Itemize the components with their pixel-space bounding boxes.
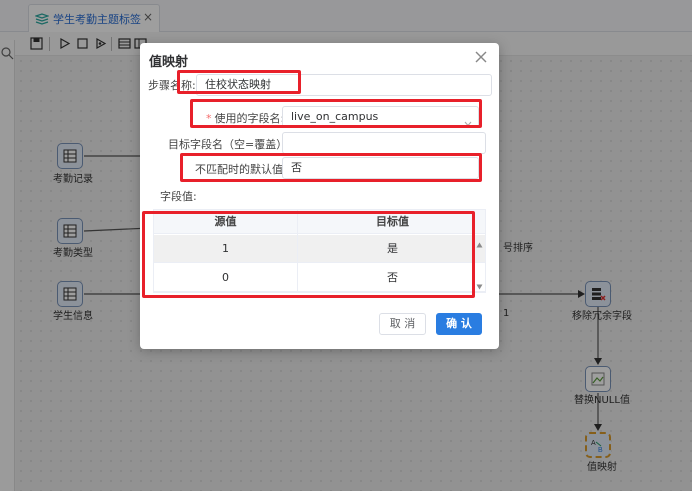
table-header: 源值 目标值 xyxy=(154,210,485,234)
default-value-label: 不匹配时的默认值: xyxy=(195,163,287,176)
column-divider xyxy=(297,210,298,292)
field-name-label-text: 使用的字段名: xyxy=(214,112,285,125)
cancel-button[interactable]: 取 消 xyxy=(379,313,426,335)
table-row[interactable]: 1 是 xyxy=(154,235,485,263)
value-mapper-dialog: 值映射 步骤名称: 住校状态映射 * 使用的字段名: live_on_campus… xyxy=(140,43,499,349)
scroll-up-icon[interactable] xyxy=(476,238,483,248)
table-row[interactable]: 0 否 xyxy=(154,264,485,292)
column-header-target: 目标值 xyxy=(376,215,409,228)
step-name-input[interactable]: 住校状态映射 xyxy=(196,74,492,96)
cell-source[interactable]: 1 xyxy=(154,235,297,263)
dialog-title: 值映射 xyxy=(149,55,189,70)
scroll-down-icon[interactable] xyxy=(476,280,483,290)
cell-target[interactable]: 否 xyxy=(298,264,485,292)
column-header-source: 源值 xyxy=(214,215,237,228)
field-name-select[interactable]: live_on_campus xyxy=(282,106,479,128)
chevron-down-icon xyxy=(464,114,472,127)
field-values-table: 源值 目标值 1 是 0 否 xyxy=(153,209,486,293)
target-field-input[interactable] xyxy=(282,132,486,154)
field-name-label: * 使用的字段名: xyxy=(206,110,284,126)
default-value-input[interactable]: 否 xyxy=(282,157,479,179)
step-name-label: 步骤名称: xyxy=(148,79,196,92)
close-icon[interactable] xyxy=(475,51,487,63)
field-values-label: 字段值: xyxy=(160,190,197,203)
required-marker: * xyxy=(206,112,212,125)
target-field-label: 目标字段名（空=覆盖）: xyxy=(168,138,291,151)
confirm-button[interactable]: 确 认 xyxy=(436,313,482,335)
field-name-value: live_on_campus xyxy=(291,110,379,123)
cell-source[interactable]: 0 xyxy=(154,264,297,292)
cell-target[interactable]: 是 xyxy=(298,235,485,263)
